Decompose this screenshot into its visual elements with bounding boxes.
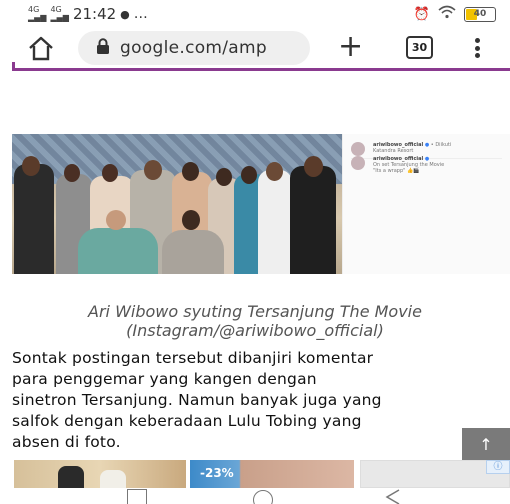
battery-icon: 40	[464, 6, 496, 22]
instagram-header-text: ariwibowo_official ● • Diikuti Katandra …	[373, 142, 510, 154]
browser-toolbar: google.com/amp + 30	[0, 28, 510, 68]
instagram-caption-text: ariwibowo_official ● On set Tersanjung t…	[373, 156, 510, 174]
home-nav-icon[interactable]	[253, 490, 273, 504]
avatar	[351, 156, 365, 170]
person-figure	[14, 164, 54, 274]
person-figure	[162, 230, 224, 274]
caption-line-2: (Instagram/@ariwibowo_official)	[126, 321, 384, 340]
discount-badge: -23%	[200, 466, 234, 480]
emoji-icons: 👍🎬	[407, 168, 420, 174]
instagram-comment-panel: ariwibowo_official ● • Diikuti Katandra …	[342, 134, 510, 274]
article-line: Sontak postingan tersebut dibanjiri kome…	[12, 349, 374, 367]
person-head	[102, 164, 118, 182]
notification-dot-icon: ●	[120, 7, 130, 21]
wifi-icon	[438, 5, 456, 23]
instagram-comment: "Its a wrapp"	[373, 168, 406, 174]
article-line: absen di foto.	[12, 433, 121, 451]
person-head	[216, 168, 232, 186]
photo-caption: Ari Wibowo syuting Tersanjung The Movie …	[0, 302, 510, 340]
person-head	[106, 210, 126, 230]
article-line: para penggemar yang kangen dengan	[12, 370, 317, 388]
status-left: 4G ▂▄▆ 4G ▂▄▆ 21:42 ● …	[28, 5, 148, 23]
alarm-icon: ⏰	[413, 6, 430, 22]
related-thumbnails: -23%	[14, 460, 510, 488]
address-bar[interactable]: google.com/amp	[78, 31, 310, 65]
url-text: google.com/amp	[120, 38, 267, 58]
status-more: …	[133, 6, 148, 22]
accent-divider	[12, 68, 510, 71]
person-figure	[100, 470, 126, 488]
person-head	[64, 164, 80, 182]
signal-icon-2: 4G ▂▄▆	[50, 5, 69, 22]
article-paragraph: Sontak postingan tersebut dibanjiri kome…	[12, 348, 510, 453]
person-head	[182, 210, 200, 230]
status-time: 21:42	[72, 5, 117, 23]
thumbnail-2[interactable]: -23%	[190, 460, 354, 488]
verified-icon: ●	[424, 142, 430, 148]
status-right: ⏰ 40	[414, 5, 496, 23]
person-figure	[78, 228, 158, 274]
person-head	[266, 162, 283, 181]
instagram-post-header: ariwibowo_official ● • Diikuti Katandra …	[351, 142, 510, 156]
person-figure	[58, 466, 84, 488]
instagram-location: Katandra Resort	[373, 148, 414, 154]
lock-icon	[96, 38, 110, 58]
article-line: sinetron Tersanjung. Namun banyak juga y…	[12, 391, 382, 409]
thumbnail-1[interactable]	[14, 460, 186, 488]
new-tab-plus-icon[interactable]: +	[338, 32, 363, 62]
status-bar: 4G ▂▄▆ 4G ▂▄▆ 21:42 ● … ⏰ 40	[0, 0, 510, 28]
group-photo[interactable]	[12, 134, 342, 274]
caption-line-1: Ari Wibowo syuting Tersanjung The Movie	[88, 302, 422, 321]
follow-status: • Diikuti	[430, 142, 452, 148]
ad-info-icon[interactable]: ⓘ	[486, 460, 510, 474]
person-head	[144, 160, 162, 180]
tab-switcher-button[interactable]: 30	[406, 36, 433, 59]
avatar	[351, 142, 365, 156]
article-line: salfok dengan keberadaan Lulu Tobing yan…	[12, 412, 362, 430]
person-head	[182, 162, 199, 181]
scroll-to-top-button[interactable]: ↑	[462, 428, 510, 462]
instagram-caption: ariwibowo_official ● On set Tersanjung t…	[351, 156, 510, 174]
overflow-menu-icon[interactable]	[474, 38, 480, 58]
person-head	[241, 166, 257, 184]
person-figure	[290, 166, 336, 274]
recent-apps-icon[interactable]	[127, 489, 147, 504]
back-nav-icon[interactable]	[385, 488, 401, 504]
person-figure	[258, 170, 292, 274]
battery-level: 40	[473, 8, 487, 19]
home-icon[interactable]	[26, 34, 56, 62]
person-head	[22, 156, 40, 176]
signal-icon-1: 4G ▂▄▆	[28, 5, 47, 22]
person-head	[304, 156, 323, 177]
